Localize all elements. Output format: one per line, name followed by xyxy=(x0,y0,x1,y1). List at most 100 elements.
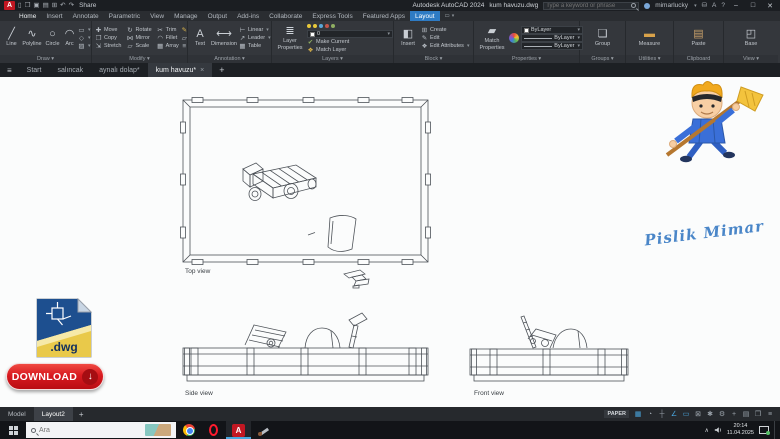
panel-title-draw[interactable]: Draw ▾ xyxy=(0,55,91,63)
redo-icon[interactable]: ↷ xyxy=(69,1,74,10)
drawing-canvas[interactable]: Top view Side view Front view Pislik Mim… xyxy=(0,77,780,407)
start-button[interactable] xyxy=(0,421,26,439)
arc-tool[interactable]: ◠ Arc xyxy=(63,28,76,47)
toy-shovel-side[interactable] xyxy=(348,312,368,349)
dimension-tool[interactable]: ⟷ Dimension xyxy=(211,28,237,47)
color-wheel-icon[interactable] xyxy=(509,33,519,43)
add-icon[interactable]: + xyxy=(728,411,740,418)
close-tab-icon[interactable]: × xyxy=(200,67,204,74)
save-all-icon[interactable]: ▤ xyxy=(43,1,49,10)
tray-expand-icon[interactable]: ∧ xyxy=(704,427,708,434)
search-icon[interactable] xyxy=(631,3,637,8)
tab-layout[interactable]: Layout xyxy=(410,11,440,21)
line-tool[interactable]: ╱ Line xyxy=(3,28,20,47)
panel-title-block[interactable]: Block ▾ xyxy=(394,55,473,63)
stretch-tool[interactable]: ⇲ Stretch xyxy=(95,42,122,50)
measure-tool[interactable]: ▬ Measure xyxy=(635,28,665,47)
leader-tool[interactable]: ↗ Leader xyxy=(239,34,271,42)
base-view-tool[interactable]: ◰ Base xyxy=(738,28,764,47)
minimize-button[interactable]: – xyxy=(730,2,742,9)
linear-dimension-tool[interactable]: ⊢ Linear xyxy=(239,26,271,34)
tab-collaborate[interactable]: Collaborate xyxy=(264,11,307,21)
rotate-tool[interactable]: ↻ Rotate xyxy=(126,26,151,34)
erase-tool[interactable]: ✎ xyxy=(181,26,188,34)
crosshair-icon[interactable]: ┼ xyxy=(656,411,668,418)
layer-on-icon[interactable] xyxy=(307,24,311,28)
hatch-tool[interactable]: ▨ xyxy=(78,42,91,50)
doc-tab-salincak[interactable]: salıncak xyxy=(49,63,91,77)
linetype-dropdown[interactable]: ByLayer xyxy=(521,42,583,50)
object-color-dropdown[interactable]: ByLayer xyxy=(521,26,583,34)
array-tool[interactable]: ▦ Array xyxy=(157,42,179,50)
ribbon-display-toggle[interactable]: ▭ xyxy=(440,11,460,21)
layer-lock-icon[interactable] xyxy=(319,24,323,28)
toy-dome-side[interactable] xyxy=(304,327,341,349)
search-highlight-image[interactable] xyxy=(145,424,171,436)
tab-output[interactable]: Output xyxy=(203,11,233,21)
save-icon[interactable]: ▣ xyxy=(33,1,39,10)
toy-digger-top[interactable] xyxy=(343,269,370,289)
download-button[interactable]: DOWNLOAD ↓ xyxy=(6,363,104,390)
paste-tool[interactable]: ▤ Paste xyxy=(686,28,712,47)
overkill-tool[interactable]: ≡ xyxy=(181,42,188,50)
doc-tab-menu-icon[interactable]: ≡ xyxy=(0,63,19,77)
tab-insert[interactable]: Insert xyxy=(41,11,67,21)
layer-state-toolbar[interactable] xyxy=(307,22,393,30)
create-block-tool[interactable]: ⊞ Create xyxy=(421,26,469,34)
clock[interactable]: 20:14 11.04.2025 xyxy=(727,423,754,436)
lineweight-dropdown[interactable]: ByLayer xyxy=(521,34,583,42)
layer-isolate-icon[interactable] xyxy=(325,24,329,28)
toy-truck-side[interactable] xyxy=(244,324,287,349)
restore-button[interactable]: □ xyxy=(747,2,759,9)
toy-dome-front[interactable] xyxy=(552,328,588,349)
edit-attributes-tool[interactable]: ❖ Edit Attributes xyxy=(421,42,469,50)
user-avatar-icon[interactable] xyxy=(644,2,651,9)
panel-title-modify[interactable]: Modify ▾ xyxy=(92,55,187,63)
annotation-scale-icon[interactable]: ✱ xyxy=(704,410,716,418)
new-tab-button[interactable]: + xyxy=(212,63,231,77)
paper-space-badge[interactable]: PAPER xyxy=(604,410,629,418)
text-tool[interactable]: A Text xyxy=(191,28,209,47)
help-search-input[interactable] xyxy=(546,2,632,9)
tab-addins[interactable]: Add-ins xyxy=(232,11,264,21)
open-folder-icon[interactable]: ❒ xyxy=(25,1,31,10)
undo-icon[interactable]: ↶ xyxy=(60,1,65,10)
ellipse-tool[interactable]: ◇ xyxy=(78,34,91,42)
toy-panel-top[interactable] xyxy=(327,215,357,252)
scale-tool[interactable]: ▱ Scale xyxy=(126,42,151,50)
group-tool[interactable]: ❏ Group xyxy=(590,28,616,47)
polar-tracking-icon[interactable]: ∠ xyxy=(668,410,680,418)
panel-title-view[interactable]: View ▾ xyxy=(724,55,778,63)
top-view-drawing[interactable] xyxy=(180,97,431,289)
trim-tool[interactable]: ✂ Trim xyxy=(157,26,179,34)
tab-annotate[interactable]: Annotate xyxy=(68,11,104,21)
doc-tab-start[interactable]: Start xyxy=(19,63,50,77)
tab-home[interactable]: Home xyxy=(14,11,41,21)
panel-title-clipboard[interactable]: Clipboard xyxy=(674,55,723,63)
paint-app-taskbar-icon[interactable] xyxy=(251,421,276,439)
front-view-drawing[interactable] xyxy=(469,315,629,382)
panel-title-groups[interactable]: Groups ▾ xyxy=(580,55,625,63)
panel-title-annotation[interactable]: Annotation ▾ xyxy=(188,55,271,63)
close-button[interactable]: ✕ xyxy=(764,2,776,10)
dynamic-input-icon[interactable]: ▭ xyxy=(680,410,692,418)
plot-icon[interactable]: ⊞ xyxy=(52,1,57,10)
tab-express-tools[interactable]: Express Tools xyxy=(307,11,357,21)
insert-block-tool[interactable]: ◧ Insert xyxy=(397,28,419,47)
layer-off-icon[interactable] xyxy=(331,24,335,28)
fillet-tool[interactable]: ◠ Fillet xyxy=(157,34,179,42)
edit-block-tool[interactable]: ✎ Edit xyxy=(421,34,469,42)
tab-manage[interactable]: Manage xyxy=(169,11,203,21)
tab-featured-apps[interactable]: Featured Apps xyxy=(358,11,410,21)
object-snap-icon[interactable]: ⊠ xyxy=(692,410,704,418)
autocad-taskbar-icon[interactable]: A xyxy=(226,421,251,439)
panel-title-properties[interactable]: Properties ▾ xyxy=(474,55,579,63)
move-tool[interactable]: ✚ Move xyxy=(95,26,121,34)
layer-freeze-icon[interactable] xyxy=(313,24,317,28)
volume-icon[interactable] xyxy=(714,426,722,434)
toy-mark-top[interactable] xyxy=(307,232,316,236)
show-desktop-button[interactable] xyxy=(774,421,777,439)
layer-properties-tool[interactable]: ≣ Layer Properties xyxy=(275,25,305,50)
tab-view[interactable]: View xyxy=(145,11,169,21)
autocad-logo-icon[interactable]: A xyxy=(4,1,15,10)
